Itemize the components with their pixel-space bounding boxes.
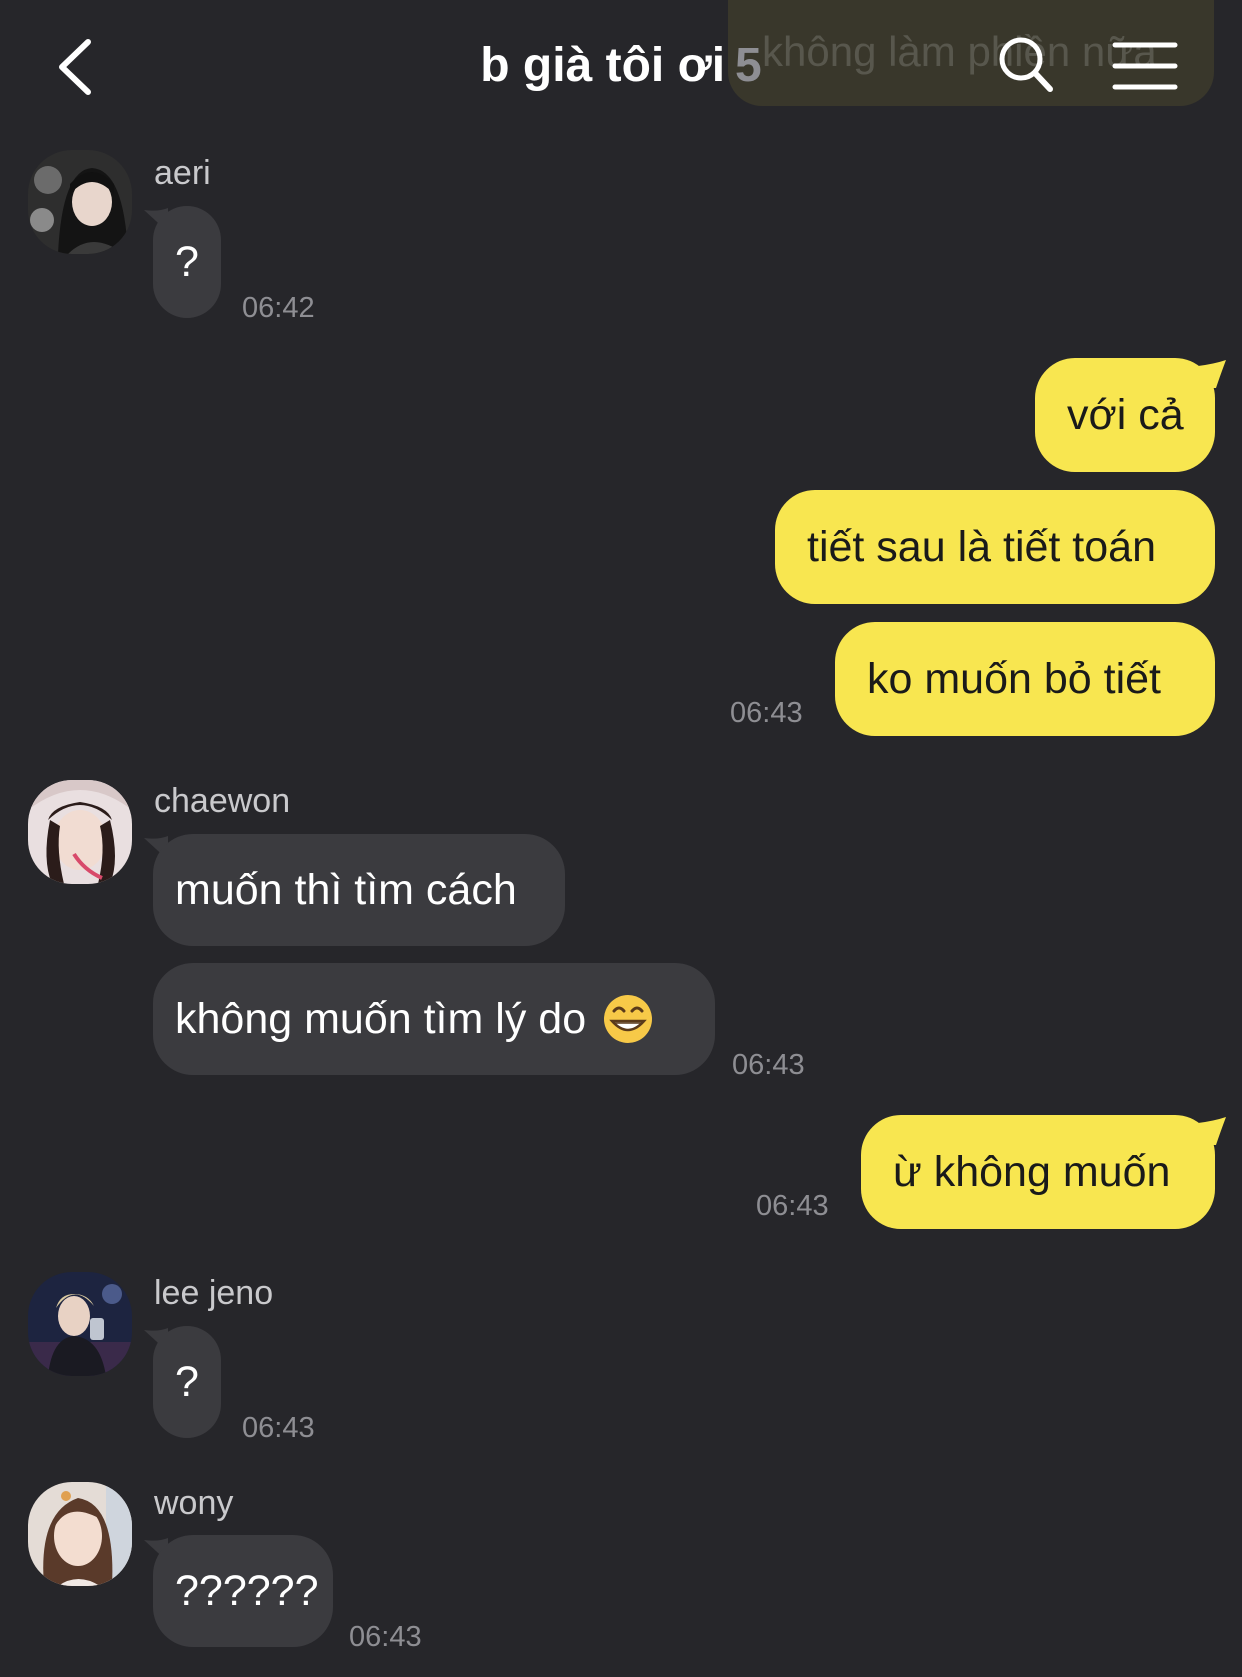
sender-name: wony — [154, 1484, 234, 1522]
search-icon — [999, 37, 1053, 92]
message-text: ?????? — [175, 1566, 319, 1615]
message-time: 06:43 — [242, 1412, 315, 1444]
message-text: ko muốn bỏ tiết — [867, 654, 1162, 703]
search-button[interactable] — [996, 34, 1056, 96]
avatar-wony[interactable] — [28, 1482, 132, 1586]
message-time: 06:43 — [730, 697, 803, 729]
message-bubble[interactable]: với cả — [1035, 358, 1215, 472]
message-bubble[interactable]: tiết sau là tiết toán — [775, 490, 1215, 604]
sender-name: aeri — [154, 154, 211, 192]
message-text: muốn thì tìm cách — [175, 865, 517, 914]
member-count: 5 — [735, 39, 762, 92]
chat-name: b già tôi ơi — [480, 39, 726, 92]
chat-header: không làm phiền nữa b già tôi ơi 5 — [0, 0, 1242, 130]
avatar-chaewon[interactable] — [28, 780, 132, 884]
message-time: 06:43 — [732, 1049, 805, 1081]
message-text: ừ không muốn — [893, 1147, 1171, 1196]
message-text: ? — [175, 237, 199, 286]
message-bubble[interactable]: ko muốn bỏ tiết — [835, 622, 1215, 736]
message-text: không muốn tìm lý do — [175, 994, 587, 1043]
message-time: 06:43 — [756, 1190, 829, 1222]
message-bubble[interactable]: không muốn tìm lý do — [153, 963, 715, 1075]
message-time: 06:42 — [242, 292, 315, 324]
avatar-lee-jeno[interactable] — [28, 1272, 132, 1376]
message-bubble[interactable]: ?????? — [153, 1535, 333, 1647]
sender-name: lee jeno — [154, 1274, 274, 1312]
message-bubble[interactable]: ? — [153, 1326, 221, 1438]
message-bubble[interactable]: ừ không muốn — [861, 1115, 1215, 1229]
avatar-aeri[interactable] — [28, 150, 132, 254]
chat-screen: không làm phiền nữa b già tôi ơi 5 aeri … — [0, 0, 1242, 1677]
hamburger-menu-icon — [1112, 42, 1178, 90]
sender-name: chaewon — [154, 782, 291, 820]
grinning-face-emoji-icon — [604, 995, 653, 1043]
message-bubble[interactable]: muốn thì tìm cách — [153, 834, 565, 946]
menu-button[interactable] — [1112, 40, 1178, 92]
message-bubble[interactable]: ? — [153, 206, 221, 318]
message-text: với cả — [1067, 390, 1184, 439]
message-text: ? — [175, 1357, 199, 1406]
message-text: tiết sau là tiết toán — [807, 522, 1156, 571]
message-time: 06:43 — [349, 1621, 422, 1653]
